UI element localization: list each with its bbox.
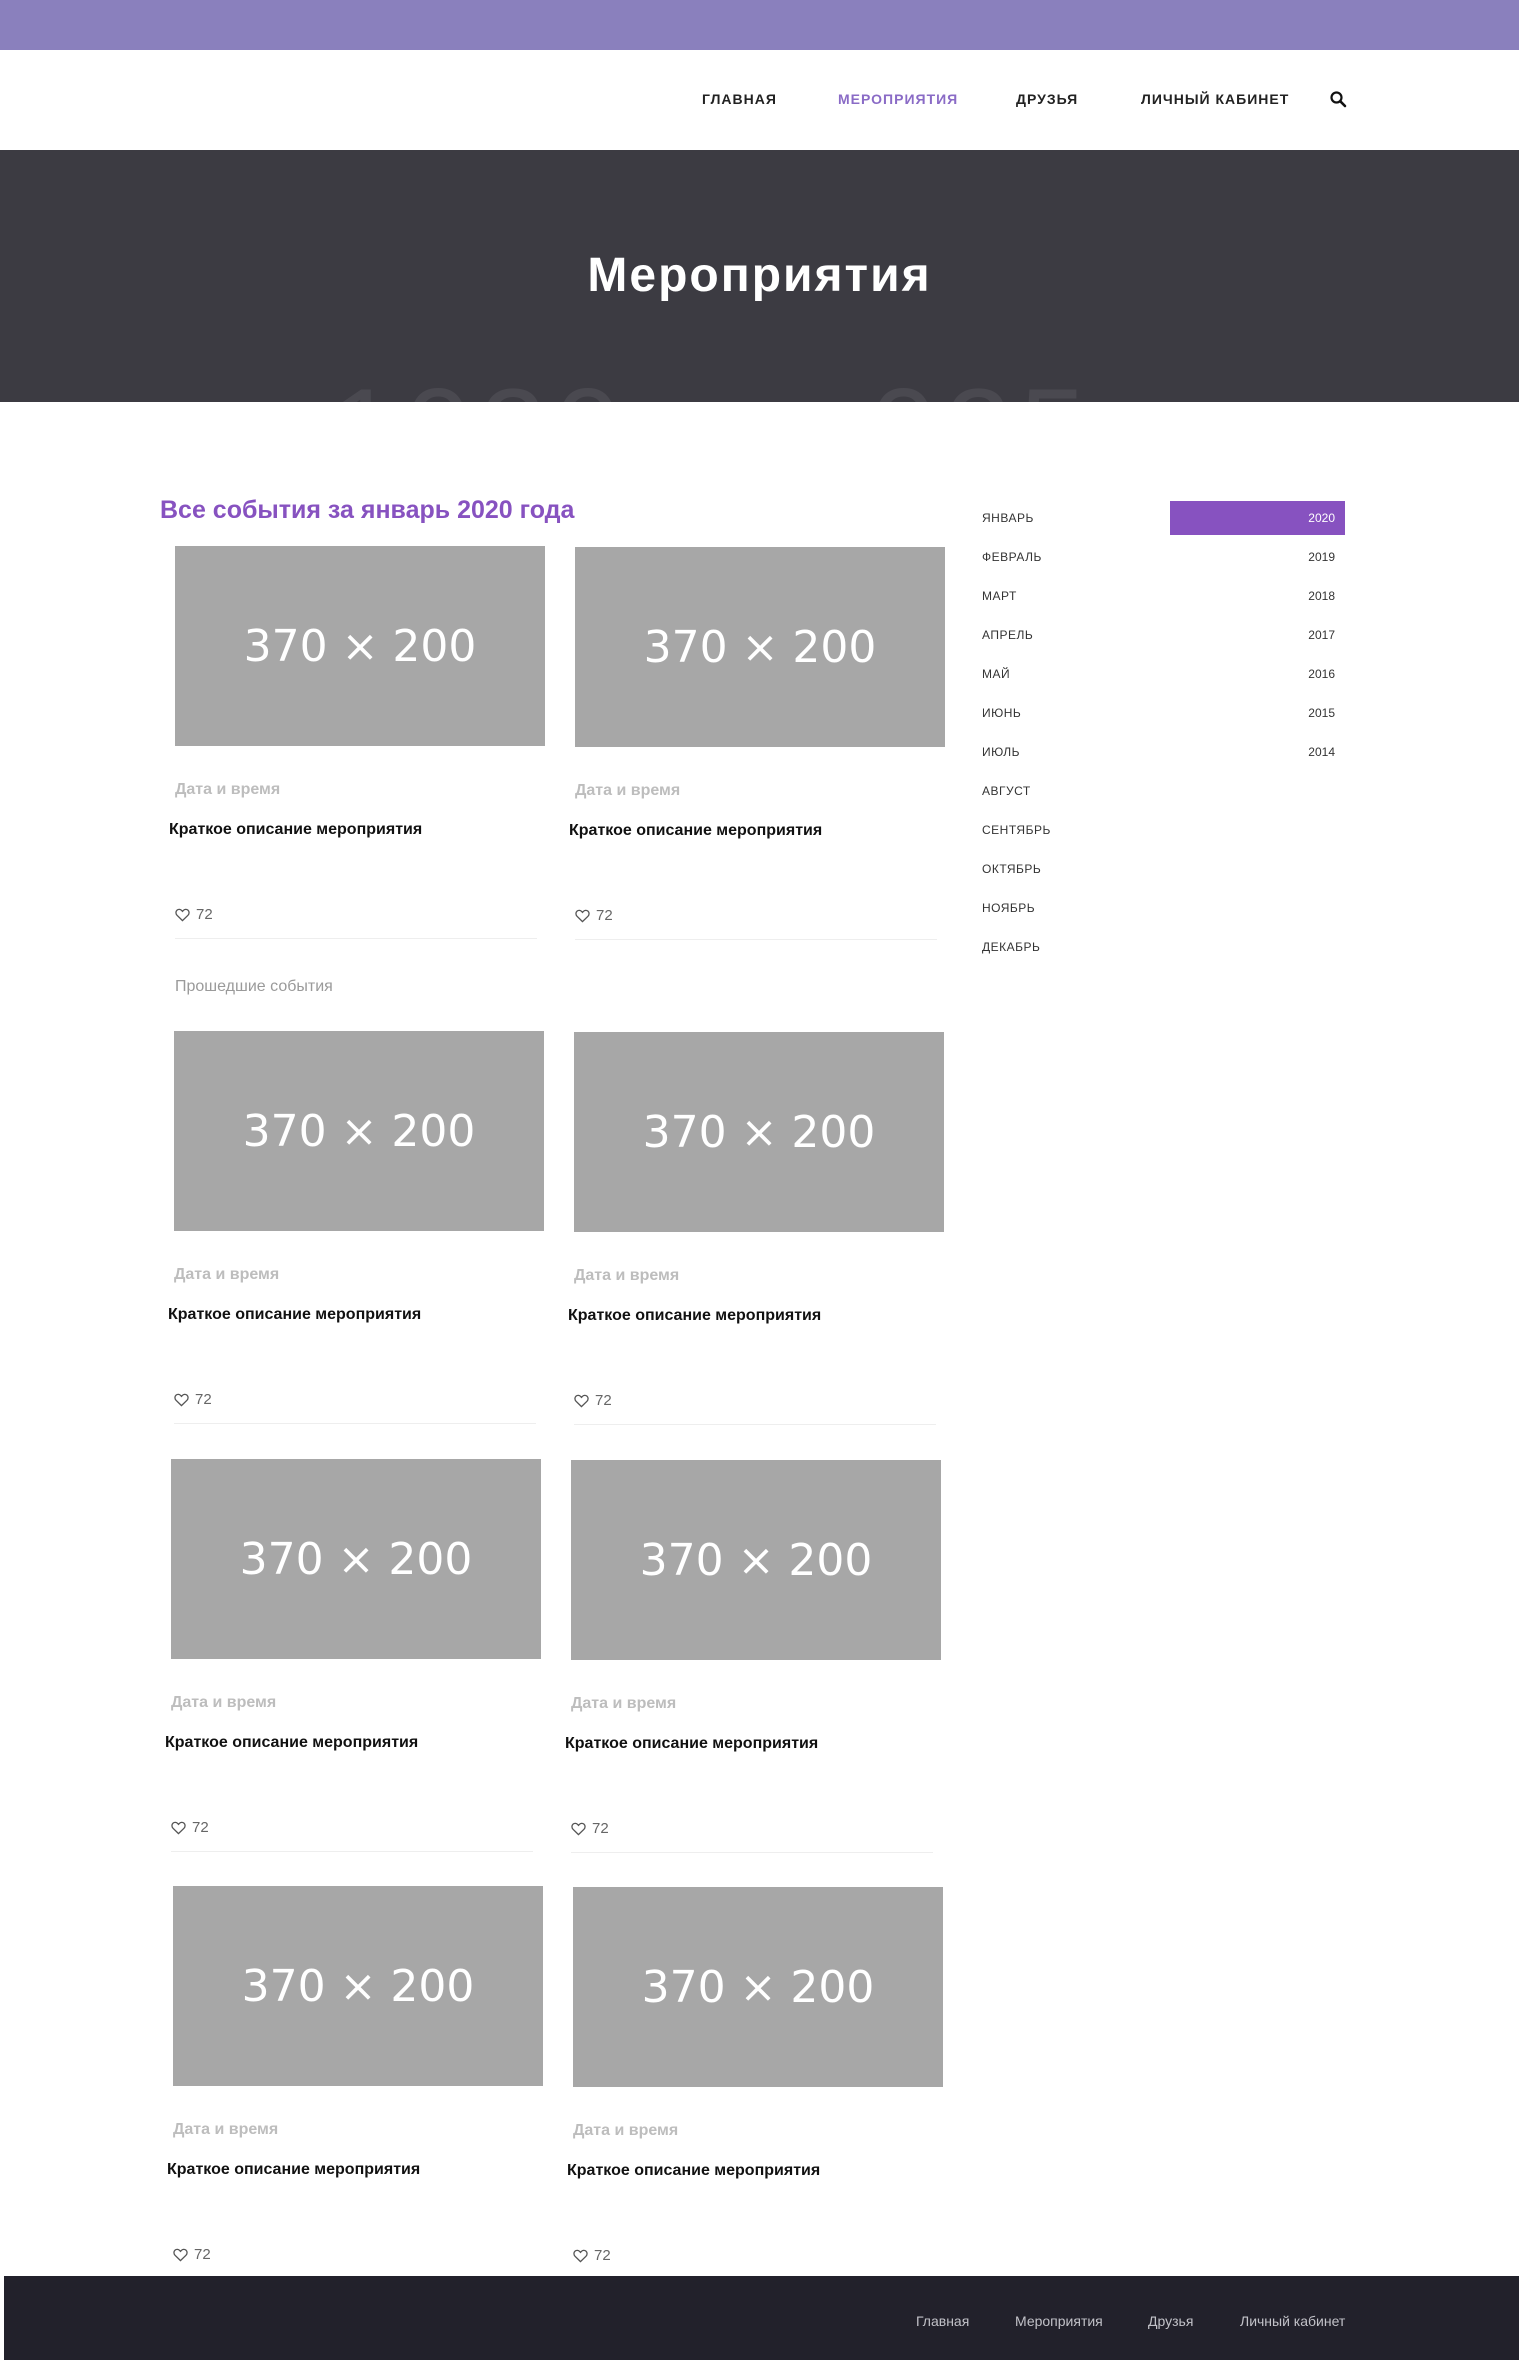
card-divider: [574, 1424, 936, 1425]
like-button[interactable]: 72: [574, 1392, 612, 1409]
month-link[interactable]: НОЯБРЬ: [982, 901, 1035, 915]
footer-link-events[interactable]: Мероприятия: [1015, 2313, 1103, 2329]
like-button[interactable]: 72: [174, 1391, 212, 1408]
like-count: 72: [594, 2247, 611, 2264]
heart-icon: [175, 908, 190, 922]
card-divider: [171, 1851, 533, 1852]
past-events-label: Прошедшие события: [175, 978, 333, 995]
event-card[interactable]: 370 × 200 Дата и время Краткое описание …: [160, 546, 545, 946]
footer-link-home[interactable]: Главная: [916, 2313, 969, 2329]
like-count: 72: [596, 907, 613, 924]
hero-decoration-right: 025: [870, 362, 1094, 402]
card-divider: [175, 938, 537, 939]
like-button[interactable]: 72: [575, 907, 613, 924]
card-divider: [174, 1423, 536, 1424]
event-description[interactable]: Краткое описание мероприятия: [165, 1734, 418, 1752]
like-button[interactable]: 72: [171, 1819, 209, 1836]
year-link[interactable]: 2020: [1170, 501, 1345, 535]
event-date: Дата и время: [571, 1695, 677, 1712]
footer-link-friends[interactable]: Друзья: [1148, 2313, 1193, 2329]
year-link[interactable]: 2017: [1170, 618, 1345, 652]
event-card[interactable]: 370 × 200 Дата и время Краткое описание …: [558, 1887, 943, 2287]
event-description[interactable]: Краткое описание мероприятия: [167, 2161, 420, 2179]
month-link[interactable]: ОКТЯБРЬ: [982, 862, 1041, 876]
heart-icon: [571, 1822, 586, 1836]
hero-banner: 1020 025 Мероприятия: [0, 150, 1519, 402]
footer-link-account[interactable]: Личный кабинет: [1240, 2313, 1345, 2329]
like-count: 72: [192, 1819, 209, 1836]
event-card[interactable]: 370 × 200 Дата и время Краткое описание …: [556, 1460, 941, 1860]
event-card[interactable]: 370 × 200 Дата и время Краткое описание …: [158, 1886, 543, 2286]
hero-decoration-left: 1020: [330, 362, 629, 402]
event-description[interactable]: Краткое описание мероприятия: [569, 822, 822, 840]
like-button[interactable]: 72: [173, 2246, 211, 2263]
month-link[interactable]: ДЕКАБРЬ: [982, 940, 1040, 954]
event-description[interactable]: Краткое описание мероприятия: [168, 1306, 421, 1324]
event-image-placeholder[interactable]: 370 × 200: [173, 1886, 543, 2086]
month-link[interactable]: СЕНТЯБРЬ: [982, 823, 1051, 837]
event-description[interactable]: Краткое описание мероприятия: [169, 821, 422, 839]
like-button[interactable]: 72: [175, 906, 213, 923]
year-link[interactable]: 2016: [1170, 657, 1345, 691]
event-date: Дата и время: [573, 2122, 679, 2139]
like-count: 72: [196, 906, 213, 923]
month-link[interactable]: ИЮНЬ: [982, 706, 1021, 720]
event-date: Дата и время: [575, 782, 681, 799]
event-card[interactable]: 370 × 200 Дата и время Краткое описание …: [559, 1032, 944, 1432]
year-link[interactable]: 2019: [1170, 540, 1345, 574]
section-heading: Все события за январь 2020 года: [160, 496, 575, 524]
year-link[interactable]: 2014: [1170, 735, 1345, 769]
event-card[interactable]: 370 × 200 Дата и время Краткое описание …: [159, 1031, 544, 1431]
event-description[interactable]: Краткое описание мероприятия: [568, 1307, 821, 1325]
event-image-placeholder[interactable]: 370 × 200: [175, 546, 545, 746]
year-link[interactable]: 2015: [1170, 696, 1345, 730]
main-navbar: ГЛАВНАЯ МЕРОПРИЯТИЯ ДРУЗЬЯ ЛИЧНЫЙ КАБИНЕ…: [0, 50, 1519, 150]
event-image-placeholder[interactable]: 370 × 200: [575, 547, 945, 747]
nav-friends[interactable]: ДРУЗЬЯ: [1016, 91, 1078, 107]
event-description[interactable]: Краткое описание мероприятия: [567, 2162, 820, 2180]
event-image-placeholder[interactable]: 370 × 200: [571, 1460, 941, 1660]
footer: Главная Мероприятия Друзья Личный кабине…: [4, 2276, 1519, 2360]
nav-home[interactable]: ГЛАВНАЯ: [702, 91, 777, 107]
event-card[interactable]: 370 × 200 Дата и время Краткое описание …: [156, 1459, 541, 1859]
month-link[interactable]: АВГУСТ: [982, 784, 1031, 798]
month-link[interactable]: ФЕВРАЛЬ: [982, 550, 1042, 564]
month-link[interactable]: МАЙ: [982, 667, 1010, 681]
top-accent-bar: [0, 0, 1519, 50]
event-date: Дата и время: [175, 781, 281, 798]
like-count: 72: [194, 2246, 211, 2263]
nav-events[interactable]: МЕРОПРИЯТИЯ: [838, 91, 958, 107]
like-count: 72: [195, 1391, 212, 1408]
event-date: Дата и время: [574, 1267, 680, 1284]
card-divider: [571, 1852, 933, 1853]
card-divider: [575, 939, 937, 940]
event-date: Дата и время: [174, 1266, 280, 1283]
year-link[interactable]: 2018: [1170, 579, 1345, 613]
month-link[interactable]: АПРЕЛЬ: [982, 628, 1033, 642]
event-image-placeholder[interactable]: 370 × 200: [171, 1459, 541, 1659]
page-title: Мероприятия: [587, 249, 932, 302]
like-count: 72: [592, 1820, 609, 1837]
month-link[interactable]: ИЮЛЬ: [982, 745, 1020, 759]
like-count: 72: [595, 1392, 612, 1409]
event-card[interactable]: 370 × 200 Дата и время Краткое описание …: [560, 547, 945, 947]
event-image-placeholder[interactable]: 370 × 200: [574, 1032, 944, 1232]
event-image-placeholder[interactable]: 370 × 200: [174, 1031, 544, 1231]
month-link[interactable]: МАРТ: [982, 589, 1017, 603]
month-link[interactable]: ЯНВАРЬ: [982, 511, 1034, 525]
like-button[interactable]: 72: [571, 1820, 609, 1837]
event-date: Дата и время: [173, 2121, 279, 2138]
heart-icon: [174, 1393, 189, 1407]
event-image-placeholder[interactable]: 370 × 200: [573, 1887, 943, 2087]
event-description[interactable]: Краткое описание мероприятия: [565, 1735, 818, 1753]
heart-icon: [171, 1821, 186, 1835]
like-button[interactable]: 72: [573, 2247, 611, 2264]
heart-icon: [575, 909, 590, 923]
heart-icon: [574, 1394, 589, 1408]
heart-icon: [173, 2248, 188, 2262]
event-date: Дата и время: [171, 1694, 277, 1711]
search-icon[interactable]: [1329, 90, 1347, 108]
heart-icon: [573, 2249, 588, 2263]
nav-account[interactable]: ЛИЧНЫЙ КАБИНЕТ: [1141, 91, 1289, 107]
